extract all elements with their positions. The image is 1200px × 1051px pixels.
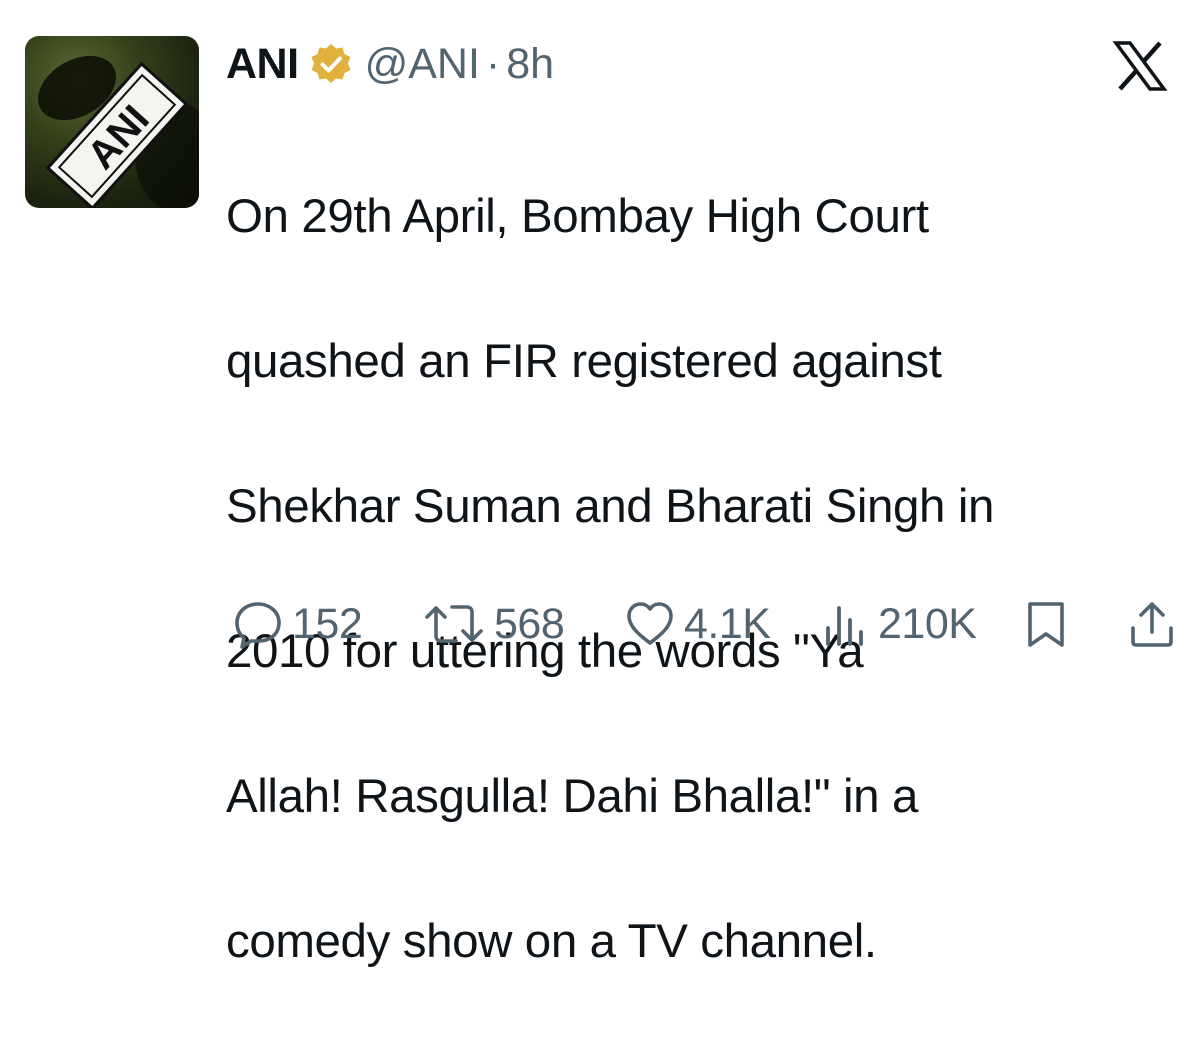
heart-icon [627,602,673,645]
like-count: 4.1K [684,599,771,648]
bookmark-button[interactable] [1022,592,1070,656]
tweet-text-line: comedy show on a TV channel. [226,914,877,968]
like-button[interactable]: 4.1K [624,592,771,656]
display-name[interactable]: ANI [226,40,299,89]
tweet-text-line: Allah! Rasgulla! Dahi Bhalla!" in a [226,769,919,823]
tweet-header: ANI @ANI · 8h [226,34,554,94]
verified-badge-icon [309,42,353,86]
tweet-card[interactable]: ANI ANI @ANI · 8h On 29th April, Bombay … [0,0,1200,968]
tweet-text-line: On 29th April, Bombay High Court [226,189,929,243]
share-button[interactable] [1126,592,1178,656]
timestamp[interactable]: 8h [506,40,554,89]
repost-icon [425,605,483,643]
views-bar-icon [826,606,863,646]
separator-dot: · [485,39,501,88]
x-logo-icon[interactable] [1112,40,1168,92]
share-icon [1131,602,1173,647]
tweet-text-line: quashed an FIR registered against [226,334,942,388]
ani-logo: ANI [38,55,199,208]
action-bar: 152 568 4.1K 210K [226,592,1186,656]
views-button[interactable]: 210K [822,592,977,656]
reply-count: 152 [292,599,363,648]
reply-icon [235,602,281,649]
user-handle[interactable]: @ANI [365,40,480,89]
reply-button[interactable]: 152 [232,592,363,656]
repost-count: 568 [494,599,565,648]
tweet-text: On 29th April, Bombay High Court quashed… [226,108,1186,1051]
avatar[interactable]: ANI [25,36,199,208]
repost-button[interactable]: 568 [422,592,565,656]
tweet-text-line: Shekhar Suman and Bharati Singh in [226,479,995,533]
bookmark-icon [1028,602,1064,647]
views-count: 210K [878,599,977,648]
